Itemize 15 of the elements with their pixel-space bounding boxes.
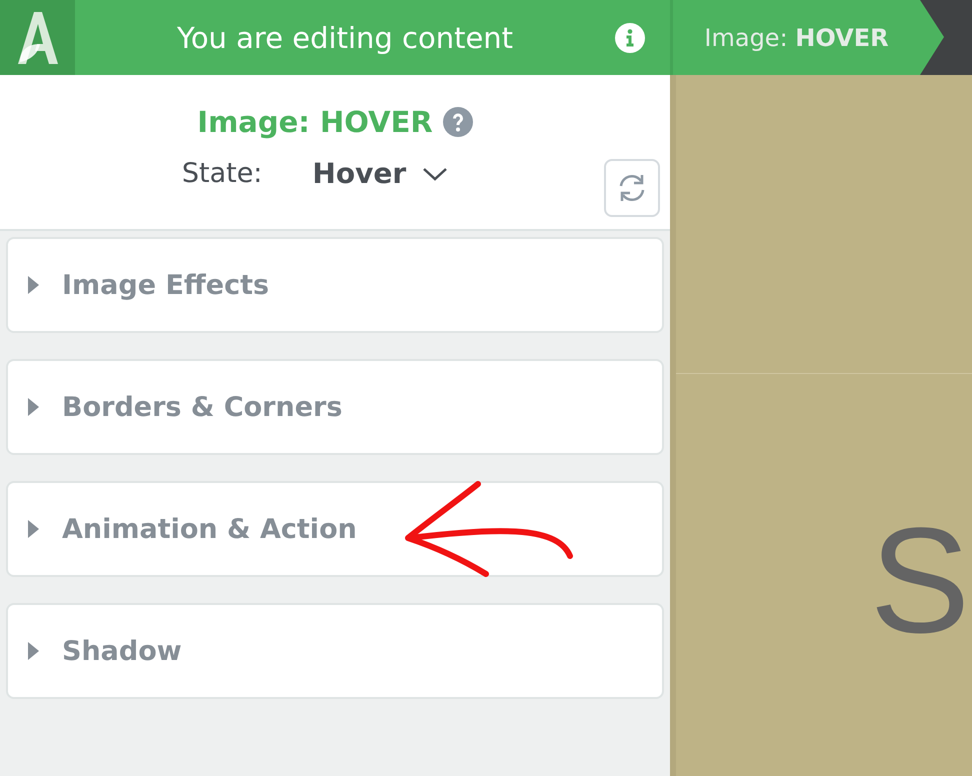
section-header[interactable]: Image Effects bbox=[6, 237, 664, 333]
section-header[interactable]: Borders & Corners bbox=[6, 359, 664, 455]
section-header[interactable]: Shadow bbox=[6, 603, 664, 699]
info-icon[interactable] bbox=[615, 22, 645, 52]
leaf-logo-icon[interactable] bbox=[18, 12, 58, 64]
canvas-text: S bbox=[870, 505, 970, 655]
state-label: State: bbox=[182, 158, 262, 189]
section-header[interactable]: Animation & Action bbox=[6, 481, 664, 577]
help-icon[interactable] bbox=[442, 107, 473, 137]
panel-heading: Image: HOVER bbox=[197, 105, 433, 139]
editing-title: You are editing content bbox=[176, 20, 514, 54]
breadcrumb-tab[interactable]: Image: HOVER bbox=[670, 0, 944, 75]
refresh-button[interactable] bbox=[604, 159, 660, 217]
chevron-down-icon bbox=[422, 166, 448, 182]
state-dropdown[interactable]: Hover bbox=[312, 157, 448, 190]
